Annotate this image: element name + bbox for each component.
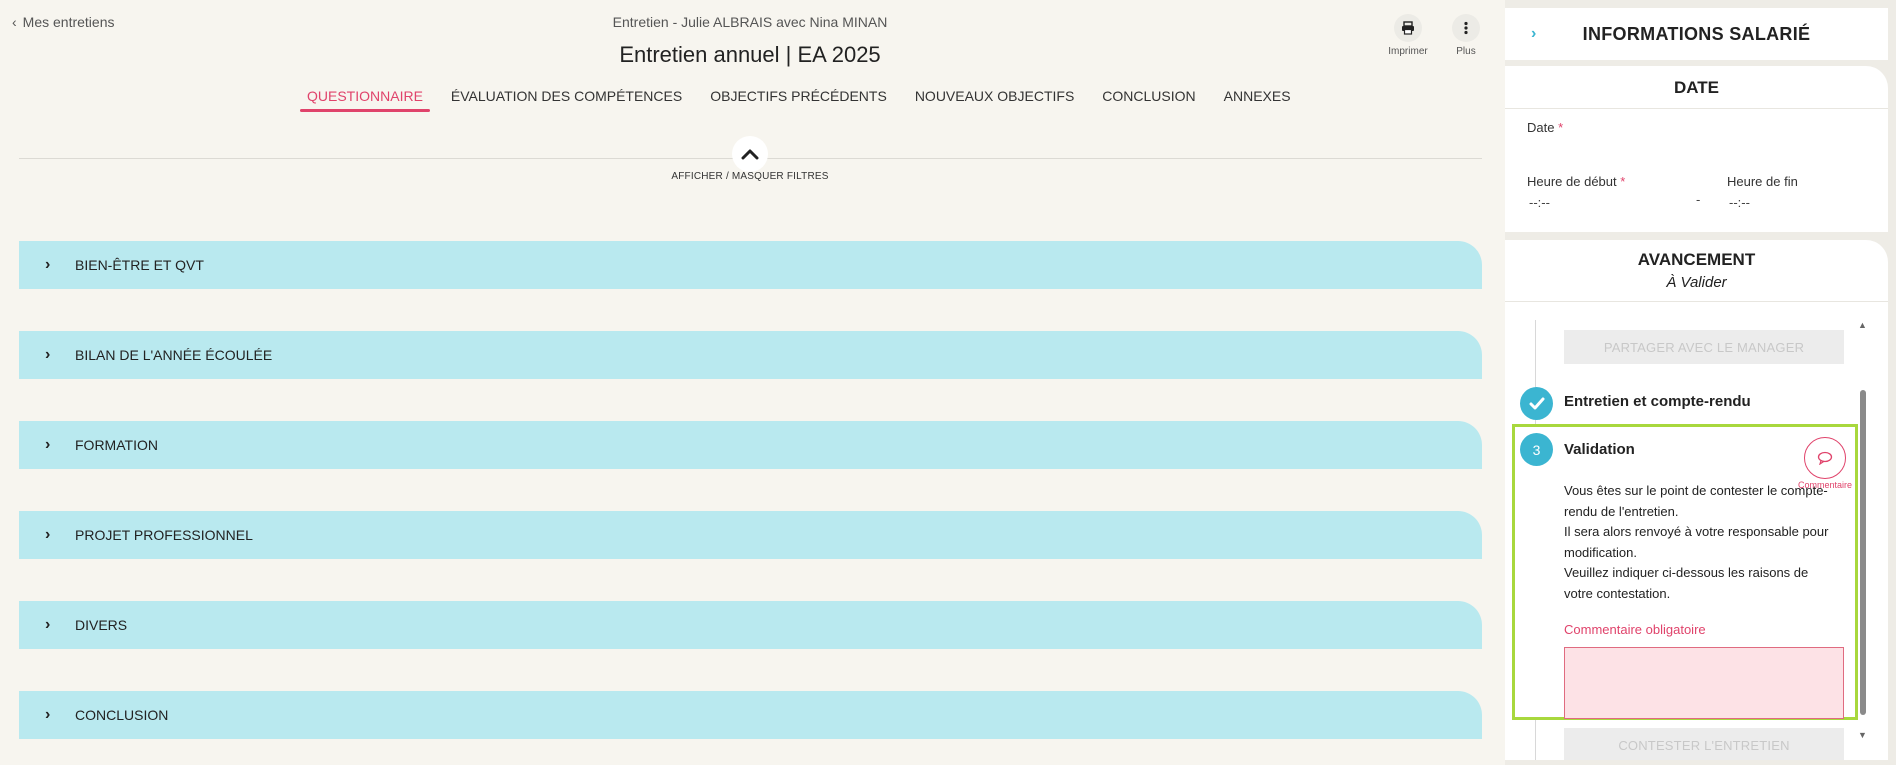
- chevron-right-icon: ›: [45, 436, 51, 453]
- section-conclusion[interactable]: › CONCLUSION: [19, 691, 1482, 739]
- toggle-filters-label: AFFICHER / MASQUER FILTRES: [671, 171, 829, 182]
- chevron-right-icon: ›: [45, 526, 51, 543]
- tab-bar: QUESTIONNAIRE ÉVALUATION DES COMPÉTENCES…: [300, 86, 1312, 112]
- scrollbar-thumb[interactable]: [1860, 390, 1866, 715]
- date-field-label: Date *: [1527, 120, 1564, 135]
- collapse-panel-icon[interactable]: ›: [1531, 25, 1536, 43]
- mandatory-comment-label: Commentaire obligatoire: [1564, 622, 1706, 637]
- date-card-title: DATE: [1505, 66, 1888, 109]
- step-interview-report: Entretien et compte-rendu: [1564, 393, 1751, 410]
- tab-annexes[interactable]: ANNEXES: [1217, 86, 1298, 112]
- scroll-up-icon[interactable]: ▲: [1858, 320, 1867, 330]
- validation-step-box: 3 Validation Commentaire Vous êtes sur l…: [1512, 424, 1858, 720]
- section-label: PROJET PROFESSIONNEL: [75, 527, 253, 543]
- section-label: BIEN-ÊTRE ET QVT: [75, 257, 204, 273]
- end-time-input[interactable]: --:--: [1729, 195, 1750, 210]
- scroll-down-icon[interactable]: ▼: [1858, 730, 1867, 740]
- employee-info-title: INFORMATIONS SALARIÉ: [1582, 23, 1811, 44]
- end-time-label: Heure de fin: [1727, 174, 1798, 189]
- section-professional-project[interactable]: › PROJET PROFESSIONNEL: [19, 511, 1482, 559]
- more-label: Plus: [1456, 46, 1476, 57]
- page-title: Entretien annuel | EA 2025: [619, 42, 881, 67]
- chevron-right-icon: ›: [45, 706, 51, 723]
- chevron-right-icon: ›: [45, 616, 51, 633]
- step-validation-title: Validation: [1564, 441, 1635, 458]
- share-with-manager-button[interactable]: PARTAGER AVEC LE MANAGER: [1564, 330, 1844, 364]
- more-button[interactable]: Plus: [1444, 14, 1488, 57]
- tab-conclusion[interactable]: CONCLUSION: [1095, 86, 1202, 112]
- chevron-up-icon: [741, 149, 759, 160]
- print-button[interactable]: Imprimer: [1386, 14, 1430, 57]
- interview-subtitle: Entretien - Julie ALBRAIS avec Nina MINA…: [612, 14, 888, 30]
- top-actions: Imprimer Plus: [1386, 14, 1488, 57]
- section-label: FORMATION: [75, 437, 158, 453]
- print-label: Imprimer: [1388, 46, 1428, 57]
- time-separator: -: [1696, 192, 1701, 207]
- section-wellbeing[interactable]: › BIEN-ÊTRE ET QVT: [19, 241, 1482, 289]
- tab-questionnaire[interactable]: QUESTIONNAIRE: [300, 86, 430, 112]
- progress-card: AVANCEMENT À Valider PARTAGER AVEC LE MA…: [1505, 240, 1888, 760]
- start-time-label: Heure de début *: [1527, 174, 1626, 189]
- main-content: ‹ Mes entretiens Entretien - Julie ALBRA…: [0, 0, 1500, 765]
- start-time-input[interactable]: --:--: [1529, 195, 1550, 210]
- section-year-review[interactable]: › BILAN DE L'ANNÉE ÉCOULÉE: [19, 331, 1482, 379]
- tab-previous-objectives[interactable]: OBJECTIFS PRÉCÉDENTS: [703, 86, 894, 112]
- step-number-badge: 3: [1520, 433, 1553, 466]
- tab-skills-evaluation[interactable]: ÉVALUATION DES COMPÉTENCES: [444, 86, 689, 112]
- section-training[interactable]: › FORMATION: [19, 421, 1482, 469]
- comment-button[interactable]: [1804, 437, 1846, 479]
- progress-scrollbar[interactable]: ▲ ▼: [1858, 320, 1868, 750]
- contest-interview-button[interactable]: CONTESTER L'ENTRETIEN: [1564, 728, 1844, 760]
- section-label: CONCLUSION: [75, 707, 169, 723]
- check-icon: [1520, 387, 1553, 420]
- tab-new-objectives[interactable]: NOUVEAUX OBJECTIFS: [908, 86, 1081, 112]
- date-card: DATE Date * Heure de début * Heure de fi…: [1505, 66, 1888, 232]
- section-misc[interactable]: › DIVERS: [19, 601, 1482, 649]
- section-label: DIVERS: [75, 617, 128, 633]
- questionnaire-sections: › BIEN-ÊTRE ET QVT › BILAN DE L'ANNÉE ÉC…: [19, 241, 1482, 765]
- toggle-filters-button[interactable]: [732, 136, 768, 172]
- progress-status: À Valider: [1505, 270, 1888, 302]
- progress-title: AVANCEMENT: [1637, 250, 1756, 269]
- chevron-right-icon: ›: [45, 346, 51, 363]
- employee-info-header: › INFORMATIONS SALARIÉ: [1505, 8, 1888, 60]
- section-label: BILAN DE L'ANNÉE ÉCOULÉE: [75, 347, 273, 363]
- comment-icon: [1817, 451, 1833, 465]
- validation-description: Vous êtes sur le point de contester le c…: [1564, 483, 1829, 601]
- chevron-right-icon: ›: [45, 256, 51, 273]
- printer-icon: [1394, 14, 1422, 42]
- more-vertical-icon: [1452, 14, 1480, 42]
- comment-textarea[interactable]: [1564, 647, 1844, 719]
